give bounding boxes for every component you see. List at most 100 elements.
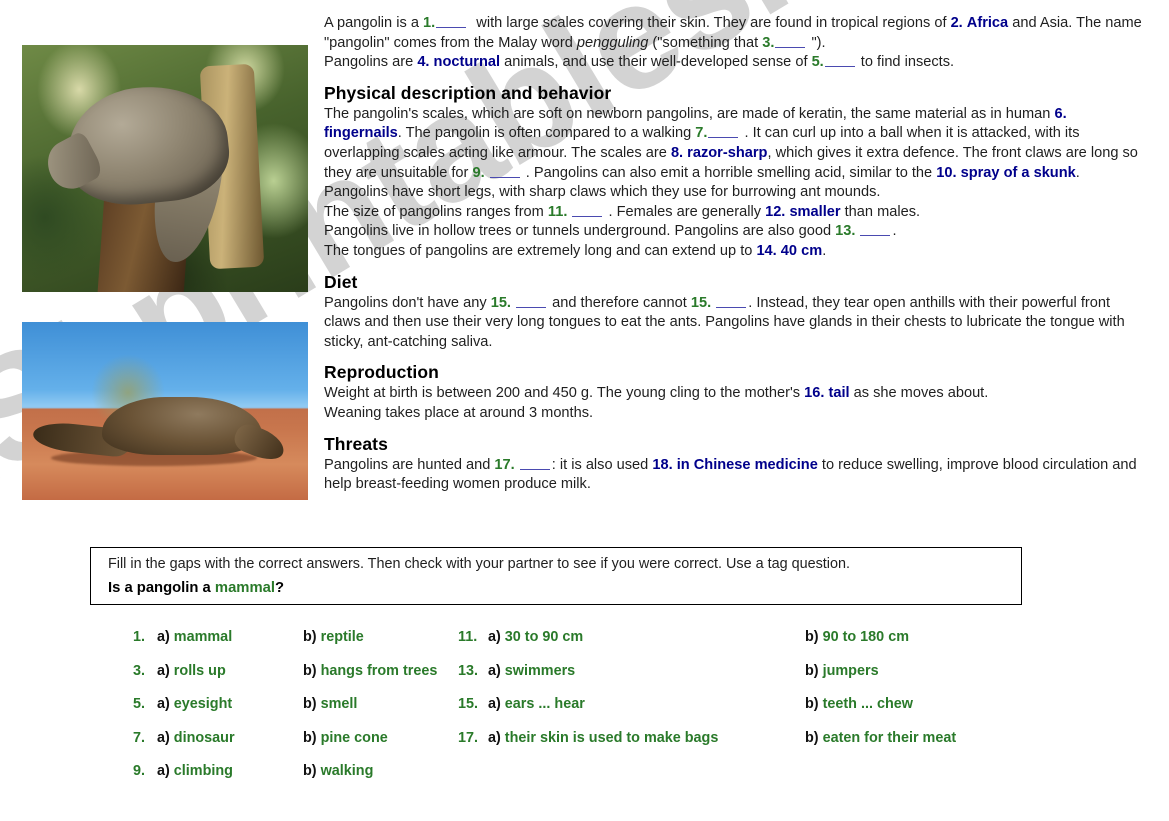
answer-option-1a[interactable]: a) mammal: [157, 629, 232, 645]
option-label: b): [303, 729, 317, 746]
worksheet-text-column: A pangolin is a 1. with large scales cov…: [324, 14, 1146, 495]
gap-blank-5[interactable]: [824, 66, 855, 68]
option-text: climbing: [173, 763, 233, 779]
physical-text-j: Pangolins live in hollow trees or tunnel…: [324, 223, 832, 240]
answer-option-9a[interactable]: a) climbing: [157, 763, 233, 779]
answer-row: 7. a) dinosaur b) pine cone 17. a) their…: [133, 730, 1143, 764]
answer-row: 1. a) mammal b) reptile 11. a) 30 to 90 …: [133, 629, 1143, 663]
option-text: rolls up: [173, 662, 226, 679]
gap-number-14: 14.: [756, 242, 777, 259]
option-label: b): [303, 662, 317, 679]
physical-text-k: .: [892, 223, 897, 240]
option-label: a): [157, 662, 170, 679]
answer-qnum-1: 1.: [133, 629, 146, 645]
pangolin-walking-on-sand-photo: [22, 322, 308, 500]
answer-options-grid: 1. a) mammal b) reptile 11. a) 30 to 90 …: [133, 629, 1143, 797]
gap-number-9: 9.: [472, 164, 485, 181]
answer-option-15a[interactable]: a) ears ... hear: [488, 696, 585, 712]
option-text: their skin is used to make bags: [504, 729, 719, 746]
answer-qnum-13: 13.: [458, 662, 479, 679]
physical-text-h: . Females are generally: [608, 203, 762, 220]
intro-text-a: A pangolin is a: [324, 15, 419, 31]
answer-16: tail: [828, 385, 850, 402]
intro-paragraph: A pangolin is a 1. with large scales cov…: [324, 14, 1146, 73]
reproduction-text-a: Weight at birth is between 200 and 450 g…: [324, 385, 801, 402]
tag-question-post: ?: [274, 580, 284, 596]
physical-text-b: . The pangolin is often compared to a wa…: [397, 125, 692, 142]
intro-text-f: Pangolins are: [324, 54, 414, 71]
physical-text-e: . Pangolins can also emit a horrible sme…: [525, 164, 933, 181]
answer-option-1b[interactable]: b) reptile: [303, 629, 364, 645]
gap-blank-3[interactable]: [775, 46, 806, 48]
threats-paragraph: Pangolins are hunted and 17. : it is als…: [324, 456, 1146, 495]
gap-number-7: 7.: [695, 125, 708, 142]
tag-question-key: mammal: [214, 580, 275, 596]
option-text: jumpers: [822, 662, 879, 679]
gap-number-2: 2.: [950, 15, 963, 31]
diet-text-a: Pangolins don't have any: [324, 294, 487, 311]
instruction-text: Fill in the gaps with the correct answer…: [108, 556, 851, 572]
physical-text-i: than males.: [844, 203, 921, 220]
option-label: b): [805, 629, 819, 645]
option-label: a): [157, 629, 170, 645]
option-label: b): [805, 662, 819, 679]
answer-2: Africa: [966, 15, 1009, 31]
answer-qnum-17: 17.: [458, 729, 479, 746]
answer-row: 3. a) rolls up b) hangs from trees 13. a…: [133, 663, 1143, 697]
option-label: a): [488, 696, 501, 712]
option-label: a): [488, 629, 501, 645]
answer-option-9b[interactable]: b) walking: [303, 763, 373, 779]
gap-blank-15a[interactable]: [516, 306, 547, 308]
instruction-box: Fill in the gaps with the correct answer…: [90, 547, 1022, 605]
answer-option-13a[interactable]: a) swimmers: [488, 663, 575, 679]
physical-text-g: The size of pangolins ranges from: [324, 203, 544, 220]
gap-number-4: 4.: [417, 54, 430, 71]
answer-qnum-5: 5.: [133, 696, 146, 712]
gap-number-3: 3.: [762, 34, 775, 51]
gap-number-15b: 15.: [690, 294, 712, 311]
answer-option-5a[interactable]: a) eyesight: [157, 696, 232, 712]
option-label: a): [157, 696, 170, 712]
option-text: smell: [320, 696, 358, 712]
answer-option-7a[interactable]: a) dinosaur: [157, 730, 235, 746]
gap-blank-17[interactable]: [519, 468, 550, 470]
answer-10: spray of a skunk: [960, 164, 1076, 181]
answer-qnum-11: 11.: [458, 629, 478, 645]
gap-blank-9[interactable]: [489, 176, 520, 178]
gap-blank-13[interactable]: [860, 235, 891, 237]
answer-option-5b[interactable]: b) smell: [303, 696, 357, 712]
gap-number-17: 17.: [494, 456, 515, 473]
diet-text-b: and therefore cannot: [552, 294, 687, 311]
answer-option-15b[interactable]: b) teeth ... chew: [805, 696, 913, 712]
option-text: 90 to 180 cm: [822, 629, 909, 645]
option-text: walking: [320, 763, 374, 779]
option-text: mammal: [173, 629, 233, 645]
gap-blank-15b[interactable]: [716, 306, 747, 308]
intro-text-e: ").: [811, 34, 826, 51]
gap-blank-7[interactable]: [708, 137, 739, 139]
gap-number-8: 8.: [670, 144, 684, 161]
answer-option-11b[interactable]: b) 90 to 180 cm: [805, 629, 909, 645]
answer-option-3a[interactable]: a) rolls up: [157, 663, 226, 679]
option-label: a): [157, 729, 170, 746]
answer-option-17b[interactable]: b) eaten for their meat: [805, 730, 956, 746]
tag-question-pre: Is a pangolin a: [108, 580, 211, 596]
answer-option-17a[interactable]: a) their skin is used to make bags: [488, 730, 718, 746]
answer-4: nocturnal: [433, 54, 501, 71]
section-heading-threats: Threats: [324, 433, 388, 454]
reproduction-text-c: Weaning takes place at around 3 months.: [324, 404, 594, 421]
answer-option-13b[interactable]: b) jumpers: [805, 663, 879, 679]
answer-option-3b[interactable]: b) hangs from trees: [303, 663, 437, 679]
section-heading-reproduction: Reproduction: [324, 362, 439, 383]
gap-number-18: 18.: [652, 456, 673, 473]
answer-option-11a[interactable]: a) 30 to 90 cm: [488, 629, 583, 645]
answer-qnum-7: 7.: [133, 729, 146, 746]
option-text: dinosaur: [173, 729, 235, 746]
option-label: a): [488, 729, 501, 746]
gap-number-16: 16.: [804, 385, 825, 402]
answer-option-7b[interactable]: b) pine cone: [303, 730, 388, 746]
option-text: hangs from trees: [320, 662, 438, 679]
gap-blank-11[interactable]: [572, 215, 603, 217]
gap-blank-1[interactable]: [436, 27, 467, 28]
option-label: b): [805, 729, 819, 746]
